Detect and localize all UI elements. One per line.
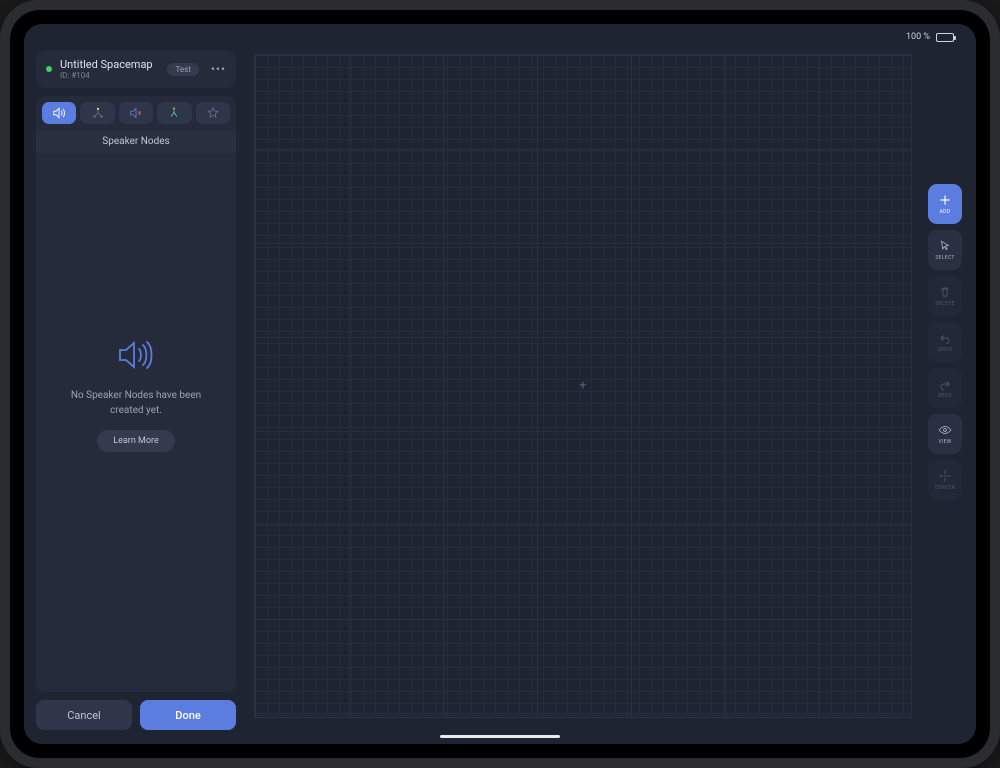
select-tool[interactable]: SELECT bbox=[928, 230, 962, 270]
project-title: Untitled Spacemap bbox=[60, 58, 153, 71]
center-icon bbox=[938, 469, 952, 483]
battery-icon bbox=[936, 33, 954, 42]
battery-percent: 100 % bbox=[906, 32, 930, 42]
project-id: ID: #104 bbox=[60, 71, 153, 80]
more-button[interactable]: ••• bbox=[211, 62, 226, 76]
cancel-button[interactable]: Cancel bbox=[36, 700, 132, 730]
redo-tool[interactable]: REDO bbox=[928, 368, 962, 408]
redo-label: REDO bbox=[938, 393, 952, 399]
add-label: ADD bbox=[940, 209, 951, 215]
origin-cross-icon: + bbox=[579, 379, 586, 394]
view-tool[interactable]: VIEW bbox=[928, 414, 962, 454]
delete-tool[interactable]: DELETE bbox=[928, 276, 962, 316]
add-tool[interactable]: ADD bbox=[928, 184, 962, 224]
empty-message: No Speaker Nodes have been created yet. bbox=[56, 388, 216, 418]
redo-icon bbox=[938, 377, 952, 391]
status-dot-icon bbox=[46, 66, 52, 72]
sidebar-footer: Cancel Done bbox=[36, 700, 236, 730]
learn-more-button[interactable]: Learn More bbox=[97, 430, 175, 452]
cursor-icon bbox=[938, 239, 952, 253]
project-header[interactable]: Untitled Spacemap ID: #104 Test ••• bbox=[36, 50, 236, 88]
eye-icon bbox=[938, 423, 952, 437]
empty-state: No Speaker Nodes have been created yet. … bbox=[36, 96, 236, 692]
undo-icon bbox=[938, 331, 952, 345]
project-title-block: Untitled Spacemap ID: #104 bbox=[60, 58, 153, 80]
test-button[interactable]: Test bbox=[167, 63, 198, 76]
undo-label: UNDO bbox=[938, 347, 953, 353]
delete-label: DELETE bbox=[935, 301, 954, 307]
plus-icon bbox=[938, 193, 952, 207]
status-bar: 100 % bbox=[906, 32, 954, 42]
undo-tool[interactable]: UNDO bbox=[928, 322, 962, 362]
right-toolbar: ADD SELECT DELETE UNDO REDO VIEW CENTER bbox=[928, 184, 962, 500]
trash-icon bbox=[938, 285, 952, 299]
speaker-large-icon bbox=[115, 334, 157, 376]
grid-canvas[interactable]: + bbox=[254, 54, 912, 718]
select-label: SELECT bbox=[935, 255, 954, 261]
done-button[interactable]: Done bbox=[140, 700, 236, 730]
home-indicator[interactable] bbox=[440, 735, 560, 738]
view-label: VIEW bbox=[938, 439, 951, 445]
center-tool[interactable]: CENTER bbox=[928, 460, 962, 500]
tablet-inner: 100 % Untitled Spacemap ID: #104 Test ••… bbox=[10, 10, 990, 758]
nodes-panel: Speaker Nodes No Speaker Nodes have been… bbox=[36, 96, 236, 692]
tablet-bezel: 100 % Untitled Spacemap ID: #104 Test ••… bbox=[0, 0, 1000, 768]
center-label: CENTER bbox=[935, 485, 955, 491]
app-screen: 100 % Untitled Spacemap ID: #104 Test ••… bbox=[24, 24, 976, 744]
sidebar: Untitled Spacemap ID: #104 Test ••• bbox=[36, 50, 236, 730]
